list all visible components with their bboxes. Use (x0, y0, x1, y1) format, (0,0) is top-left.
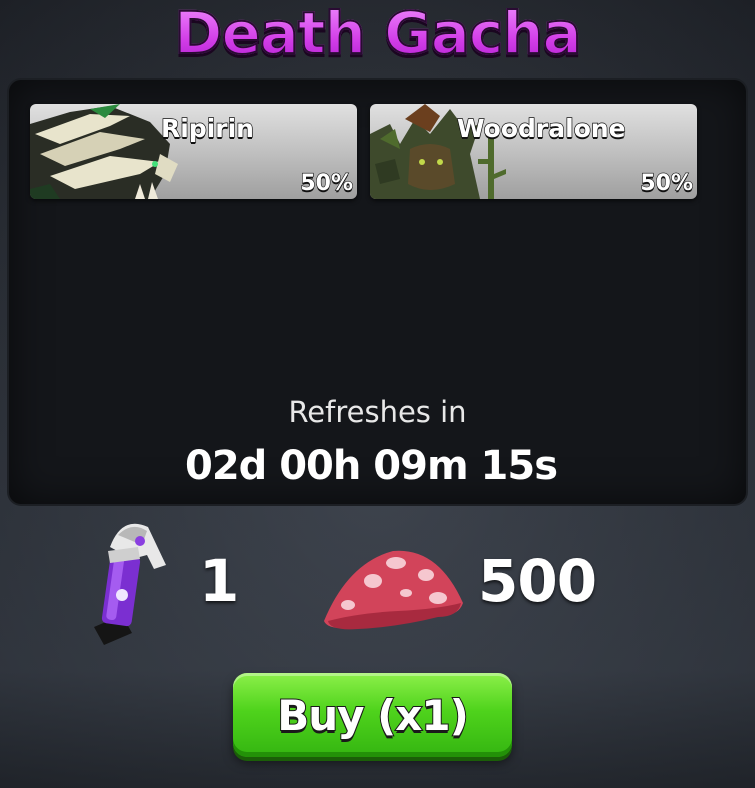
buy-button-label: Buy (x1) (276, 690, 470, 741)
pool-card-ripirin[interactable]: Ripirin 50% (30, 104, 357, 199)
refresh-label: Refreshes in (288, 395, 467, 429)
pet-chance: 50% (640, 170, 694, 196)
pet-name: Ripirin (160, 113, 254, 143)
refresh-countdown: 02d 00h 09m 15s (184, 443, 558, 489)
buy-button[interactable]: Buy (x1) (233, 673, 512, 757)
pool-card-woodralone[interactable]: Woodralone 50% (370, 104, 697, 199)
cost-item-count: 1 (199, 547, 240, 615)
page-title: Death Gacha (0, 0, 755, 67)
pet-chance: 50% (300, 170, 354, 196)
pet-name: Woodralone (456, 113, 626, 143)
skeletal-dragon-pet-icon (30, 104, 178, 199)
cost-currency-amount: 500 (478, 547, 597, 615)
red-mushroom-icon (324, 550, 463, 630)
purple-skull-capsule-icon (94, 523, 166, 645)
